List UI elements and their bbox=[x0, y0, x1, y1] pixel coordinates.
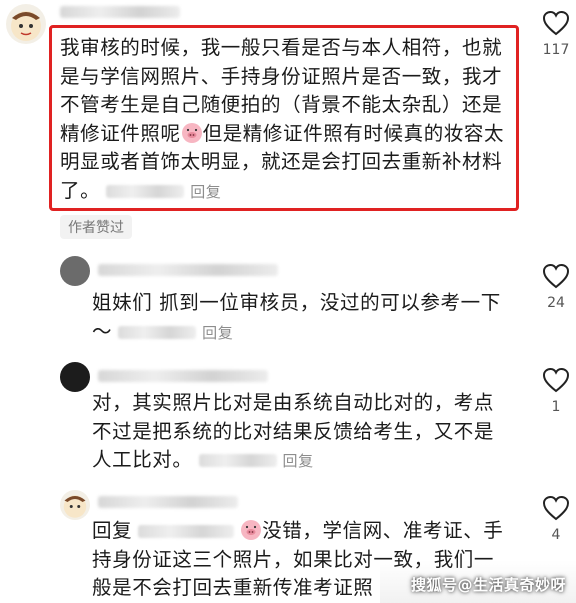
username-blurred[interactable] bbox=[60, 6, 180, 18]
pig-face-icon bbox=[240, 519, 262, 541]
like-button[interactable]: 24 bbox=[536, 263, 576, 311]
like-count: 24 bbox=[547, 295, 565, 311]
avatar-illustration bbox=[63, 495, 87, 518]
reply-button[interactable]: 回复 bbox=[190, 183, 221, 201]
reply-button[interactable]: 回复 bbox=[283, 452, 314, 470]
avatar[interactable] bbox=[60, 490, 90, 520]
date-blurred bbox=[118, 325, 197, 339]
reply-prefix: 回复 bbox=[92, 519, 133, 542]
date-blurred bbox=[198, 454, 277, 467]
comment-text: 姐妹们 抓到一位审核员，没过的可以参考一下～ 回复 bbox=[92, 289, 512, 347]
avatar[interactable] bbox=[60, 362, 90, 392]
like-button[interactable]: 117 bbox=[536, 10, 576, 58]
avatar[interactable] bbox=[6, 4, 46, 44]
heart-outline-icon bbox=[542, 10, 570, 36]
heart-outline-icon bbox=[542, 367, 570, 393]
comment-text: 对，其实照片比对是由系统自动比对的，考点不过是把系统的比对结果反馈给考生，又不是… bbox=[92, 389, 512, 476]
date-blurred bbox=[106, 184, 185, 198]
heart-outline-icon bbox=[542, 495, 570, 521]
username-blurred[interactable] bbox=[98, 496, 238, 508]
like-count: 4 bbox=[551, 527, 561, 543]
username-blurred[interactable] bbox=[98, 370, 268, 382]
avatar-illustration bbox=[11, 11, 41, 41]
like-button[interactable]: 4 bbox=[536, 495, 576, 543]
like-count: 1 bbox=[551, 399, 561, 415]
reply-button[interactable]: 回复 bbox=[202, 324, 233, 342]
heart-outline-icon bbox=[542, 263, 570, 289]
like-button[interactable]: 1 bbox=[536, 367, 576, 415]
avatar[interactable] bbox=[60, 256, 90, 286]
comment-text: 我审核的时候，我一般只看是否与本人相符，也就是与学信网照片、手持身份证照片是否一… bbox=[60, 34, 508, 206]
like-count: 117 bbox=[542, 42, 570, 58]
author-liked-badge: 作者赞过 bbox=[60, 215, 132, 239]
pig-face-icon bbox=[181, 122, 203, 144]
username-blurred[interactable] bbox=[98, 264, 278, 276]
watermark: 搜狐号@生活真奇妙呀 bbox=[410, 576, 566, 594]
mention-blurred bbox=[138, 525, 235, 538]
